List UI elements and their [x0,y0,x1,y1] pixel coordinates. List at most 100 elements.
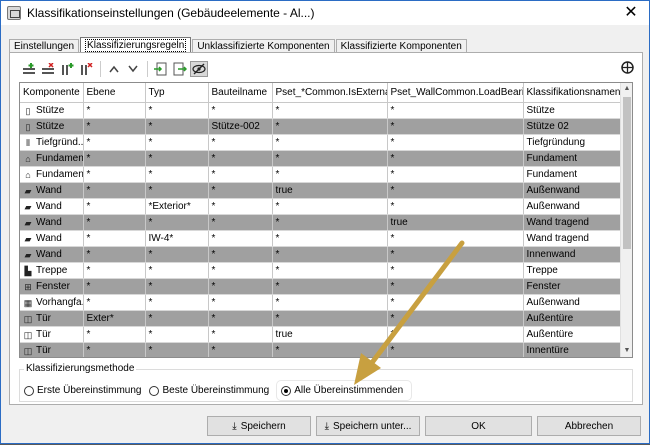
table-cell[interactable]: * [387,182,524,199]
table-cell[interactable]: * [272,198,388,215]
save-button[interactable]: ⤓ Speichern [207,416,311,436]
table-cell[interactable]: Stütze [523,102,622,119]
table-cell[interactable]: * [83,326,146,343]
table-cell[interactable]: ▦Vorhangfa... [20,294,84,311]
move-down-icon[interactable] [124,61,142,77]
table-cell[interactable]: * [83,166,146,183]
column-header[interactable]: Komponente [20,83,84,103]
table-cell[interactable]: ⫴ Tiefgründ... [20,134,84,151]
table-cell[interactable]: * [83,246,146,263]
table-cell[interactable]: * [208,342,273,357]
column-header[interactable]: Ebene [83,83,146,103]
radio-circle[interactable] [24,385,34,396]
table-cell[interactable]: true [387,214,524,231]
table-cell[interactable]: Stütze-002 [208,118,273,135]
column-header[interactable]: Pset_*Common.IsExternal [272,83,388,103]
table-cell[interactable]: * [387,134,524,151]
ok-button[interactable]: OK [425,416,532,436]
table-row[interactable]: ▰ Wand * *Exterior* * * * Außenwand [20,198,622,215]
table-cell[interactable]: * [208,134,273,151]
save-as-button[interactable]: ⤓ Speichern unter... [316,416,420,436]
column-header[interactable]: Typ [145,83,209,103]
table-cell[interactable]: * [387,118,524,135]
table-cell[interactable]: ◫ Tür [20,326,84,343]
table-cell[interactable]: * [145,134,209,151]
table-cell[interactable]: * [272,294,388,311]
table-cell[interactable]: * [145,278,209,295]
table-cell[interactable]: * [208,246,273,263]
table-cell[interactable]: * [145,246,209,263]
table-cell[interactable]: * [145,294,209,311]
table-cell[interactable]: ▰ Wand [20,198,84,215]
table-cell[interactable]: Außenwand [523,182,622,199]
scrollbar-thumb[interactable] [623,97,631,249]
scroll-up-icon[interactable]: ▲ [621,83,632,95]
table-cell[interactable]: * [83,134,146,151]
table-cell[interactable]: * [208,326,273,343]
table-cell[interactable]: Wand tragend [523,230,622,247]
table-cell[interactable]: * [145,166,209,183]
radio-circle[interactable] [281,385,292,396]
table-cell[interactable]: Innentüre [523,342,622,357]
table-cell[interactable]: * [208,166,273,183]
table-cell[interactable]: * [83,198,146,215]
table-cell[interactable]: Außentüre [523,310,622,327]
table-cell[interactable]: * [145,310,209,327]
insert-column-icon[interactable] [58,61,76,77]
table-cell[interactable]: * [208,214,273,231]
radio-all-matches[interactable]: Alle Übereinstimmenden [277,381,412,400]
table-row[interactable]: ▰ Wand * * * * * Innenwand [20,246,622,263]
column-header[interactable]: Klassifikationsnamen [523,83,622,103]
table-cell[interactable]: * [83,102,146,119]
table-cell[interactable]: * [83,262,146,279]
table-row[interactable]: ▰ Wand * * * true * Außenwand [20,182,622,199]
table-cell[interactable]: * [145,102,209,119]
table-row[interactable]: ▙ Treppe * * * * * Treppe [20,262,622,279]
table-cell[interactable]: ▯ Stütze [20,118,84,135]
table-cell[interactable]: true [272,182,388,199]
table-cell[interactable]: * [83,230,146,247]
table-cell[interactable]: Außentüre [523,326,622,343]
table-cell[interactable]: ◫ Tür [20,342,84,357]
table-cell[interactable]: * [83,278,146,295]
table-cell[interactable]: true [272,326,388,343]
table-cell[interactable]: * [272,230,388,247]
table-cell[interactable]: * [387,198,524,215]
table-cell[interactable]: * [272,150,388,167]
table-cell[interactable]: ▰ Wand [20,182,84,199]
table-cell[interactable]: * [145,214,209,231]
table-cell[interactable]: * [83,118,146,135]
table-cell[interactable]: ◫ Tür [20,310,84,327]
table-row[interactable]: ⫴ Tiefgründ... * * * * * Tiefgründung [20,134,622,151]
column-header[interactable]: Pset_WallCommon.LoadBearing [387,83,524,103]
table-cell[interactable]: * [272,102,388,119]
table-cell[interactable]: * [145,182,209,199]
table-cell[interactable]: * [387,230,524,247]
table-cell[interactable]: ⌂ Fundament [20,150,84,167]
table-cell[interactable]: * [272,118,388,135]
table-cell[interactable]: Fundament [523,150,622,167]
column-header[interactable]: Bauteilname [208,83,273,103]
table-row[interactable]: ▯ Stütze * * * * * Stütze [20,102,622,119]
table-cell[interactable]: * [145,118,209,135]
table-cell[interactable]: * [83,182,146,199]
table-cell[interactable]: * [387,326,524,343]
table-cell[interactable]: Exter* [83,310,146,327]
table-cell[interactable]: Treppe [523,262,622,279]
table-cell[interactable]: * [208,230,273,247]
table-cell[interactable]: * [145,262,209,279]
table-row[interactable]: ◫ Tür * * * true * Außentüre [20,326,622,343]
scroll-down-icon[interactable]: ▼ [621,345,632,357]
table-cell[interactable]: * [208,150,273,167]
table-cell[interactable]: * [387,246,524,263]
table-row[interactable]: ⊞ Fenster * * * * * Fenster [20,278,622,295]
globe-icon[interactable] [620,61,634,75]
hide-icon[interactable] [190,61,208,77]
table-cell[interactable]: Außenwand [523,198,622,215]
table-cell[interactable]: * [272,246,388,263]
close-button[interactable]: ✕ [613,1,649,25]
table-cell[interactable]: * [83,150,146,167]
table-cell[interactable]: Wand tragend [523,214,622,231]
table-cell[interactable]: * [145,150,209,167]
table-cell[interactable]: * [83,214,146,231]
